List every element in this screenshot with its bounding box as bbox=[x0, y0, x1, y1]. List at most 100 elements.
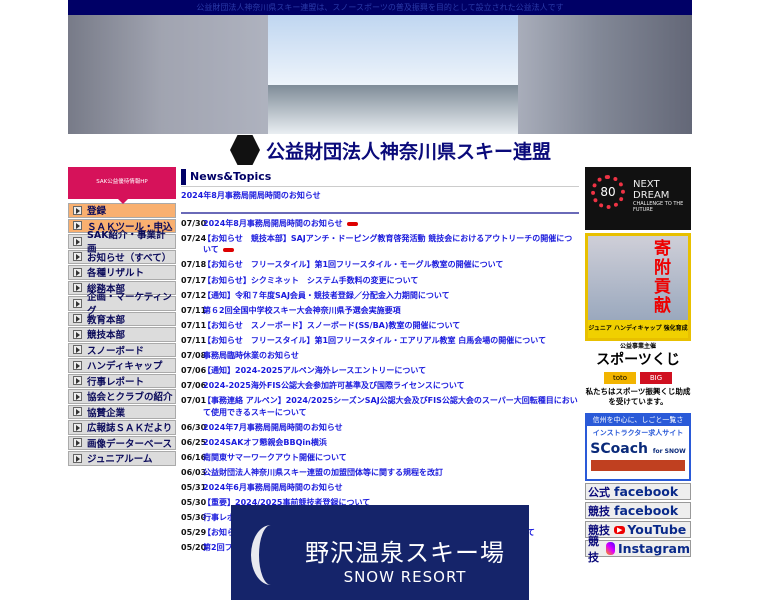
side-menu-item[interactable]: 各種リザルト bbox=[68, 265, 176, 280]
news-link[interactable]: 【通知】2024-2025アルペン海外レースエントリーについて bbox=[203, 366, 426, 375]
side-menu-item[interactable]: 競技本部 bbox=[68, 327, 176, 342]
news-link[interactable]: 2024-2025海外FIS公認大会参加許可基準及び国際ライセンスについて bbox=[203, 381, 465, 390]
scoach-banner[interactable]: 信州を中心に、しごと一覧さん！ インストラクター求人サイト SCoach for… bbox=[585, 413, 691, 481]
donation-subtitle: ジュニア ハンディキャップ 強化育成 公益事業主催 bbox=[588, 320, 688, 350]
news-link[interactable]: 【事務連絡 アルペン】2024/2025シーズンSAJ公認大会及びFIS公認大会… bbox=[203, 396, 578, 416]
side-menu-label: ジュニアルーム bbox=[87, 454, 153, 466]
news-date: 07/06 bbox=[181, 366, 207, 376]
news-link[interactable]: 2024年6月事務局開局時間のお知らせ bbox=[203, 483, 343, 492]
news-date: 05/31 bbox=[181, 483, 207, 493]
youtube-icon: ▶ bbox=[614, 525, 626, 534]
news-date: 06/03 bbox=[181, 468, 207, 477]
arrow-right-icon bbox=[73, 345, 82, 355]
news-list: 07/30 2024年8月事務局開局時間のお知らせ 07/24 【お知らせ 競技本部】… bbox=[181, 218, 579, 554]
news-item: 07/08 事務局臨時休業のお知らせ bbox=[181, 350, 579, 361]
news-link[interactable]: 【お知らせ フリースタイル】第1回フリースタイル・エアリアル教室 白馬会場の開催… bbox=[203, 336, 546, 345]
news-link[interactable]: 【通知】令和７年度SAJ会員・競技者登録／分配金入力期間について bbox=[203, 291, 450, 300]
scoach-subtitle: インストラクター求人サイト bbox=[592, 429, 684, 437]
social-service: Instagram bbox=[618, 541, 690, 556]
social-service: facebook bbox=[614, 484, 679, 499]
news-link[interactable]: 【お知らせ スノーボード】スノーボード(SS/BA)教室の開催について bbox=[203, 321, 460, 330]
news-date: 06/16 bbox=[181, 452, 207, 462]
left-sidebar: SAK公益優待情報HP 登録 ＳＡＫツール・申込 SAK紹介・事業計画 お知らせ（すべ… bbox=[68, 167, 176, 467]
side-menu-item[interactable]: SAK紹介・事業計画 bbox=[68, 230, 176, 255]
news-link[interactable]: 【お知らせ フリースタイル】第1回フリースタイル・モーグル教室の開催について bbox=[203, 260, 503, 269]
title-marker bbox=[181, 168, 186, 185]
news-item: 06/16 南関東サマーワークアウト開催について bbox=[181, 452, 579, 463]
side-menu-label: 各種リザルト bbox=[87, 268, 145, 280]
news-link[interactable]: 2024年8月事務局開局時間のお知らせ bbox=[203, 219, 343, 228]
scoach-logo-small: for SNOW bbox=[652, 448, 686, 455]
news-item: 07/06 【通知】2024-2025アルペン海外レースエントリーについて bbox=[181, 365, 579, 376]
side-menu-item[interactable]: 企画・マーケティング bbox=[68, 292, 176, 317]
arrow-right-icon bbox=[73, 221, 82, 231]
side-menu-item[interactable]: スノーボード bbox=[68, 342, 176, 357]
nozawa-onsen-banner[interactable]: 野沢温泉スキー場 SNOW RESORT bbox=[231, 505, 529, 600]
news-link[interactable]: 公益財団法人神奈川県スキー連盟の加盟団体等に関する規程を改訂 bbox=[203, 468, 443, 477]
social-link-instagram[interactable]: 競技 Instagram bbox=[585, 535, 691, 564]
side-menu-item[interactable]: 登録 bbox=[68, 203, 176, 218]
news-item: 07/12 【通知】令和７年度SAJ会員・競技者登録／分配金入力期間について bbox=[181, 290, 579, 301]
news-date: 07/11 bbox=[181, 335, 207, 345]
side-menu-label: スノーボード bbox=[87, 345, 145, 357]
news-item: 06/30 2024年7月事務局開局時間のお知らせ bbox=[181, 422, 579, 433]
arrow-right-icon bbox=[73, 283, 82, 293]
latest-news-link[interactable]: 2024年8月事務局開局時間のお知らせ bbox=[181, 190, 579, 201]
news-date: 07/11 bbox=[181, 320, 207, 330]
news-link[interactable]: 【お知らせ 競技本部】SAJアンチ・ドーピング教育啓発活動 競技会におけるアウト… bbox=[203, 234, 572, 254]
arrow-right-icon bbox=[73, 314, 82, 324]
news-date: 07/17 bbox=[181, 275, 207, 285]
news-link[interactable]: 2024SAKオフ懇親会BBQin横浜 bbox=[203, 438, 327, 447]
emblem-icon bbox=[230, 135, 260, 165]
side-menu-label: ハンディキャップ bbox=[87, 361, 163, 373]
arrow-right-icon bbox=[73, 252, 82, 262]
side-menu-item[interactable]: 画像データーベース bbox=[68, 435, 176, 450]
instagram-icon bbox=[606, 542, 616, 555]
scoach-footer bbox=[591, 460, 685, 471]
sports-lottery-note: 私たちはスポーツ振興くじ助成を受けています。 bbox=[585, 387, 691, 406]
side-menu-label: 協会とクラブの紹介 bbox=[87, 392, 173, 404]
social-service: facebook bbox=[614, 503, 679, 518]
news-item: 07/11 【お知らせ スノーボード】スノーボード(SS/BA)教室の開催について bbox=[181, 320, 579, 331]
divider bbox=[181, 212, 579, 214]
news-item: 07/18 【お知らせ フリースタイル】第1回フリースタイル・モーグル教室の開催に… bbox=[181, 259, 579, 270]
news-link[interactable]: 事務局臨時休業のお知らせ bbox=[203, 351, 299, 360]
news-link[interactable]: 【お知らせ】シクミネット システム手数料の変更について bbox=[203, 276, 418, 285]
arrow-right-icon bbox=[73, 422, 82, 432]
side-menu-label: 登録 bbox=[87, 206, 107, 218]
news-item: 06/03 公益財団法人神奈川県スキー連盟の加盟団体等に関する規程を改訂 bbox=[181, 467, 579, 478]
arrow-right-icon bbox=[73, 205, 82, 215]
side-menu-item[interactable]: お知らせ（すべて） bbox=[68, 249, 176, 264]
news-link[interactable]: 2024年7月事務局開局時間のお知らせ bbox=[203, 423, 343, 432]
donation-title: 寄附貢献 bbox=[654, 239, 671, 316]
next-dream-subtitle: CHALLENGE TO THE FUTURE bbox=[633, 201, 684, 213]
news-item: 07/06 2024-2025海外FIS公認大会参加許可基準及び国際ライセンスにつ… bbox=[181, 380, 579, 391]
social-label: 競技 bbox=[588, 534, 599, 564]
side-menu-item[interactable]: 行事レポート bbox=[68, 373, 176, 388]
next-dream-banner[interactable]: 80 NEXT DREAM CHALLENGE TO THE FUTURE bbox=[585, 167, 691, 230]
arrow-right-icon bbox=[73, 391, 82, 401]
side-menu-item[interactable]: 協会とクラブの紹介 bbox=[68, 389, 176, 404]
donation-banner[interactable]: 寄附貢献 ジュニア ハンディキャップ 強化育成 公益事業主催 bbox=[585, 233, 691, 350]
social-link-facebook[interactable]: 競技 facebook bbox=[585, 502, 691, 519]
site-logo[interactable]: 公益財団法人神奈川県スキー連盟 bbox=[230, 134, 551, 166]
social-label: 公式 bbox=[588, 485, 610, 499]
news-link[interactable]: 南関東サマーワークアウト開催について bbox=[203, 453, 347, 462]
side-menu-item[interactable]: 協賛企業 bbox=[68, 404, 176, 419]
news-date: 05/20 bbox=[181, 543, 207, 553]
side-menu-label: お知らせ（すべて） bbox=[87, 252, 172, 264]
arrow-right-icon bbox=[73, 360, 82, 370]
nozawa-title: 野沢温泉スキー場 bbox=[305, 539, 505, 567]
news-date: 07/01 bbox=[181, 396, 207, 406]
side-menu-item[interactable]: 広報誌ＳＡＫだより bbox=[68, 420, 176, 435]
nozawa-logo-icon bbox=[251, 525, 291, 585]
sports-lottery-banner[interactable]: スポーツくじ toto BIG 私たちはスポーツ振興くじ助成を受けています。 bbox=[585, 349, 691, 407]
news-section: News&Topics 2024年8月事務局開局時間のお知らせ 07/30 202… bbox=[181, 167, 579, 558]
side-menu-item[interactable]: ハンディキャップ bbox=[68, 358, 176, 373]
anniversary-emblem: 80 bbox=[591, 175, 625, 209]
sak-benefits-banner[interactable]: SAK公益優待情報HP bbox=[68, 167, 176, 204]
news-link[interactable]: 第６2回全国中学校スキー大会神奈川県予選会実施要項 bbox=[203, 306, 401, 315]
social-link-facebook[interactable]: 公式 facebook bbox=[585, 483, 691, 500]
scoach-top: 信州を中心に、しごと一覧さん！ bbox=[587, 415, 689, 435]
side-menu-item[interactable]: ジュニアルーム bbox=[68, 451, 176, 466]
